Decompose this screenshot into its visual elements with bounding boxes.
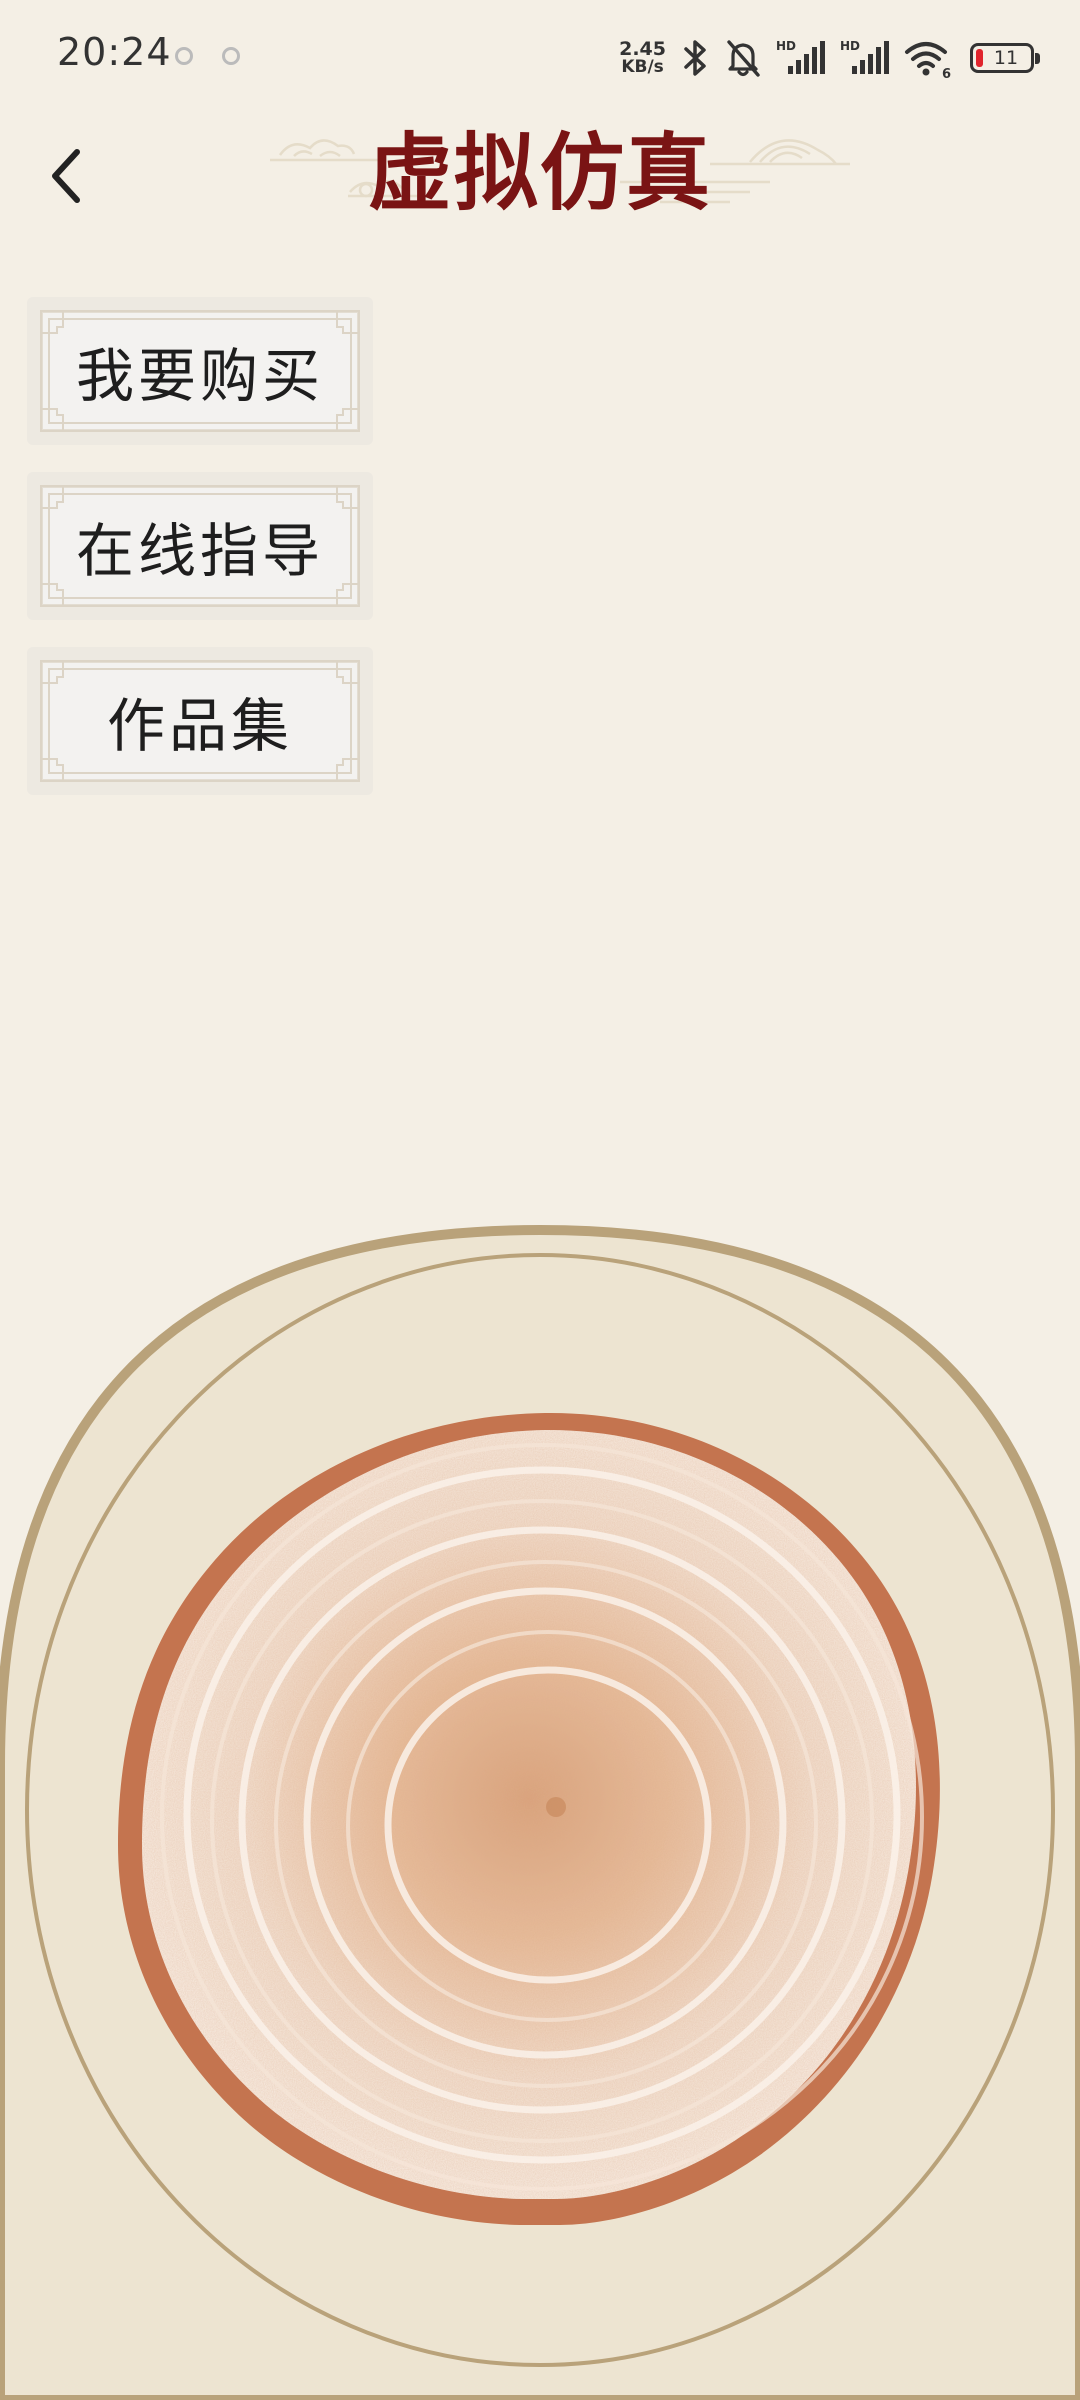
signal-icon: HD [776,39,825,74]
portfolio-button-label: 作品集 [106,692,293,760]
status-icons: 2.45 KB/s HD HD 6 11 [619,36,1040,80]
buy-button-label: 我要购买 [75,342,324,410]
online-guidance-button-label: 在线指导 [75,517,324,585]
network-speed-value: 2.45 [619,38,666,60]
page-title: 虚拟仿真 [367,123,712,222]
online-guidance-button[interactable]: 在线指导 [27,472,373,620]
portfolio-button[interactable]: 作品集 [27,647,373,795]
status-bar: 20:24 2.45 KB/s HD HD 6 11 [0,0,1080,115]
sim2-label: HD [840,39,860,53]
network-speed-unit: KB/s [621,57,664,77]
silent-bell-icon [727,40,760,77]
notification-icon [222,47,240,65]
battery-level: 11 [993,47,1019,69]
battery-icon: 11 [970,43,1040,73]
notification-icon [175,47,193,65]
bluetooth-icon [684,40,706,76]
signal-icon: HD [840,39,889,74]
wifi-icon: 6 [905,42,951,78]
wood-slice-image [118,1412,940,2225]
network-speed: 2.45 KB/s [619,38,666,77]
wifi-label: 6 [942,67,951,78]
status-time: 20:24 [57,30,172,74]
simulation-stage [0,1225,1080,2400]
sim1-label: HD [776,39,796,53]
buy-button[interactable]: 我要购买 [27,297,373,445]
